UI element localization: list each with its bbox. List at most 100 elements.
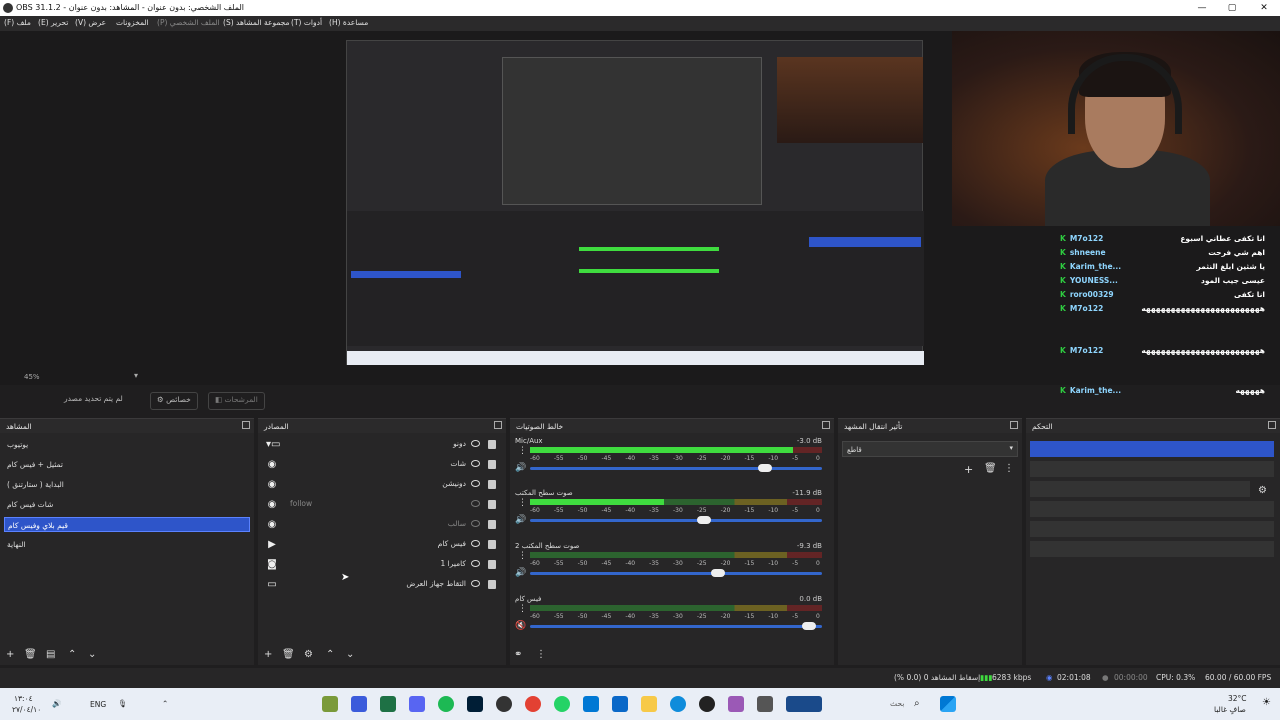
filters-button[interactable]: ◧ المرشحات: [208, 392, 265, 410]
source-item[interactable]: ▭ التقاط جهاز العرض: [262, 576, 502, 594]
volume-icon[interactable]: 🔊: [52, 699, 61, 708]
properties-button[interactable]: ⚙ خصائص: [150, 392, 198, 410]
menu-help[interactable]: مساعدة (H): [329, 18, 368, 27]
lock-icon[interactable]: [488, 440, 496, 449]
lock-icon[interactable]: [488, 480, 496, 489]
add-icon[interactable]: +: [264, 649, 272, 660]
menu-profile[interactable]: الملف الشخصي (P): [157, 18, 220, 27]
undock-icon[interactable]: [822, 421, 830, 429]
scene-item-selected[interactable]: قيم بلاي وفيس كام: [4, 517, 250, 532]
weather-icon[interactable]: ☀: [1262, 697, 1271, 708]
add-icon[interactable]: +: [6, 649, 14, 660]
windows-start-icon[interactable]: [940, 696, 956, 712]
move-down-icon[interactable]: ⌄: [88, 649, 96, 660]
transition-select[interactable]: قاطع ▾: [842, 441, 1018, 457]
copilot-icon[interactable]: [728, 696, 744, 712]
virtual-camera-button[interactable]: [1030, 481, 1250, 497]
menu-edit[interactable]: تحرير (E): [38, 18, 68, 27]
menu-tools[interactable]: أدوات (T): [291, 18, 322, 27]
speaker-icon[interactable]: 🔊: [515, 568, 526, 578]
language-indicator[interactable]: ENG: [90, 700, 106, 709]
chatgpt-icon[interactable]: [699, 696, 715, 712]
volume-slider-handle[interactable]: [757, 464, 772, 472]
discord-icon[interactable]: [409, 696, 425, 712]
volume-slider-handle[interactable]: [696, 516, 711, 524]
search-icon[interactable]: ⌕: [914, 698, 920, 709]
more-icon[interactable]: ⋮: [518, 604, 527, 614]
microphone-icon[interactable]: 🎙: [118, 699, 128, 708]
source-item[interactable]: ◉ سالب: [262, 516, 502, 534]
more-icon[interactable]: ⋮: [518, 446, 527, 456]
volume-slider-handle[interactable]: [802, 622, 817, 630]
lock-icon[interactable]: [488, 460, 496, 469]
weather-temp[interactable]: 32°C: [1228, 694, 1247, 703]
outlook-icon[interactable]: [583, 696, 599, 712]
source-item[interactable]: ◙ كاميرا 1: [262, 556, 502, 574]
volume-slider[interactable]: [530, 572, 822, 575]
volume-slider[interactable]: [530, 625, 822, 628]
menu-view[interactable]: عرض (V): [75, 18, 106, 27]
spotify-icon[interactable]: [438, 696, 454, 712]
lock-icon[interactable]: [488, 580, 496, 589]
widget-icon[interactable]: [786, 696, 822, 712]
undock-icon[interactable]: [242, 421, 250, 429]
obs-icon[interactable]: [496, 696, 512, 712]
folder-icon[interactable]: ▾▭: [266, 439, 280, 451]
app-icon[interactable]: [351, 696, 367, 712]
stop-recording-button[interactable]: [1030, 461, 1274, 477]
settings-button[interactable]: [1030, 521, 1274, 537]
more-icon[interactable]: ⋮: [518, 498, 527, 508]
close-icon[interactable]: ✕: [1248, 0, 1280, 16]
clock-date[interactable]: ٢٧/٠٤/١٠: [12, 705, 41, 714]
undock-icon[interactable]: [494, 421, 502, 429]
whatsapp-icon[interactable]: [554, 696, 570, 712]
scene-item[interactable]: تمثيل + فيس كام: [4, 457, 250, 472]
undock-icon[interactable]: [1268, 421, 1276, 429]
gear-icon[interactable]: ⚙: [304, 649, 313, 660]
trash-icon[interactable]: 🗑: [282, 649, 295, 660]
lock-icon[interactable]: [488, 560, 496, 569]
excel-icon[interactable]: [380, 696, 396, 712]
eye-hidden-icon[interactable]: [471, 500, 480, 507]
speaker-icon[interactable]: 🔊: [515, 515, 526, 525]
eye-hidden-icon[interactable]: [471, 520, 480, 527]
zoom-level[interactable]: 45%: [24, 373, 40, 381]
source-item[interactable]: ▶ فيس كام: [262, 536, 502, 554]
menu-scene-collection[interactable]: مجموعة المشاهد (S): [223, 18, 290, 27]
scene-item[interactable]: البداية ( ستارتنق ): [4, 477, 250, 492]
move-up-icon[interactable]: ⌃: [326, 649, 334, 660]
eye-icon[interactable]: [471, 440, 480, 447]
scene-item[interactable]: النهاية: [4, 537, 250, 552]
trash-icon[interactable]: 🗑: [984, 463, 997, 474]
source-item[interactable]: ◉ follow: [262, 496, 502, 514]
search-label[interactable]: بحث: [890, 699, 904, 708]
chevron-up-icon[interactable]: ⌃: [162, 699, 168, 708]
volume-slider[interactable]: [530, 467, 822, 470]
scene-item[interactable]: يوتيوب: [4, 437, 250, 452]
add-icon[interactable]: +: [964, 463, 973, 476]
volume-slider-handle[interactable]: [710, 569, 725, 577]
more-icon[interactable]: ⋮: [536, 649, 546, 660]
speaker-icon[interactable]: 🔊: [515, 463, 526, 473]
menu-docks[interactable]: المخزونات: [116, 18, 149, 27]
source-item[interactable]: ▾▭ دونو: [262, 436, 502, 454]
eye-icon[interactable]: [471, 460, 480, 467]
gear-icon[interactable]: ⚙: [1258, 485, 1267, 496]
move-down-icon[interactable]: ⌄: [346, 649, 354, 660]
filter-icon[interactable]: ▤: [46, 649, 55, 660]
chevron-down-icon[interactable]: ▾: [134, 371, 138, 380]
trash-icon[interactable]: 🗑: [24, 649, 37, 660]
app-icon[interactable]: [322, 696, 338, 712]
menu-file[interactable]: ملف (F): [4, 18, 31, 27]
more-icon[interactable]: ⋮: [1004, 463, 1014, 474]
lock-icon[interactable]: [488, 540, 496, 549]
edge-icon[interactable]: [670, 696, 686, 712]
volume-slider[interactable]: [530, 519, 822, 522]
maximize-icon[interactable]: ▢: [1216, 0, 1248, 16]
app-icon[interactable]: [757, 696, 773, 712]
move-up-icon[interactable]: ⌃: [68, 649, 76, 660]
eye-icon[interactable]: [471, 560, 480, 567]
lock-icon[interactable]: [488, 500, 496, 509]
eye-icon[interactable]: [471, 480, 480, 487]
exit-button[interactable]: [1030, 541, 1274, 557]
